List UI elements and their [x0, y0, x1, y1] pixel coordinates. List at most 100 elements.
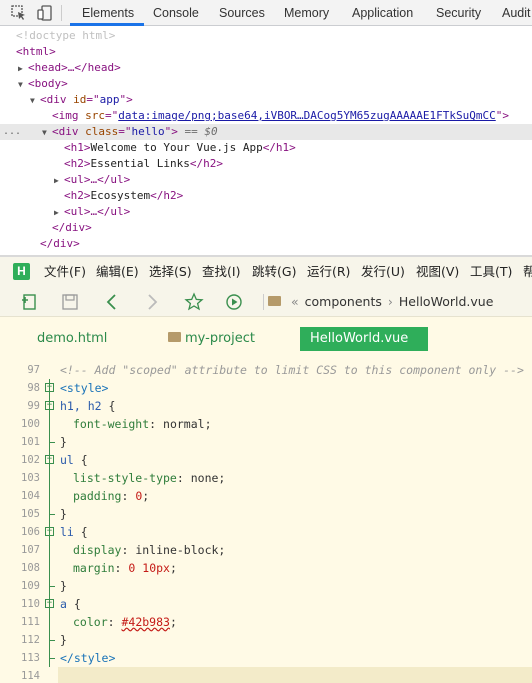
tab-memory[interactable]: Memory: [284, 0, 329, 26]
tab-sources[interactable]: Sources: [219, 0, 265, 26]
line-number: 101: [21, 436, 40, 448]
img-src-link[interactable]: data:image/png;base64,iVBOR…DACog5YM65zu…: [118, 109, 496, 122]
breadcrumb: « components › HelloWorld.vue: [268, 287, 493, 317]
folder-icon: [268, 296, 281, 306]
css-value: none;: [183, 471, 226, 485]
dom-node-div-app[interactable]: ▼ <div id="app">: [0, 92, 532, 108]
ul-tag: <ul>…</ul>: [64, 173, 131, 186]
breadcrumb-overflow[interactable]: «: [291, 294, 299, 309]
h2-text: Ecosystem: [90, 189, 151, 202]
menu-find[interactable]: 查找(I): [202, 257, 240, 287]
save-icon[interactable]: [60, 292, 80, 312]
fold-toggle-icon[interactable]: −: [45, 527, 54, 536]
collapse-triangle-icon[interactable]: ▼: [42, 125, 52, 141]
star-icon[interactable]: [184, 292, 204, 312]
fold-toggle-icon[interactable]: −: [45, 455, 54, 464]
fold-toggle-icon[interactable]: −: [45, 401, 54, 410]
tab-application[interactable]: Application: [352, 0, 413, 26]
css-brace: {: [101, 399, 116, 413]
dom-node-div-hello[interactable]: ... ▼ <div class="hello"> == $0: [0, 124, 532, 140]
tab-console[interactable]: Console: [153, 0, 199, 26]
breadcrumb-separator: ›: [387, 294, 393, 309]
dom-node-doctype[interactable]: <!doctype html>: [0, 28, 532, 44]
collapse-triangle-icon[interactable]: ▼: [18, 77, 28, 93]
code-line: 97 <!-- Add "scoped" attribute to limit …: [0, 361, 532, 379]
tab-demo-html[interactable]: demo.html: [37, 327, 107, 351]
run-icon[interactable]: [224, 292, 244, 312]
code-line: 105 }: [0, 505, 532, 523]
line-number: 105: [21, 508, 40, 520]
code-line: 112 }: [0, 631, 532, 649]
tab-audits[interactable]: Audit: [502, 0, 531, 26]
css-value: normal;: [156, 417, 212, 431]
menu-view[interactable]: 视图(V): [416, 257, 459, 287]
dom-node-body[interactable]: ▼ <body>: [0, 76, 532, 92]
expand-triangle-icon[interactable]: ▶: [54, 173, 64, 189]
tab-my-project[interactable]: my-project: [168, 327, 255, 351]
fold-end-marker: [49, 658, 55, 659]
code-line: 109 }: [0, 577, 532, 595]
menu-goto[interactable]: 跳转(G): [252, 257, 296, 287]
line-number: 107: [21, 544, 40, 556]
fold-toggle-icon[interactable]: −: [45, 383, 54, 392]
back-icon[interactable]: [102, 292, 122, 312]
code-line: 111 color: #42b983;: [0, 613, 532, 631]
body-tag: <body>: [28, 77, 68, 90]
code-line: 104 padding: 0;: [0, 487, 532, 505]
line-number: 104: [21, 490, 40, 502]
line-number: 103: [21, 472, 40, 484]
menu-run[interactable]: 运行(R): [307, 257, 350, 287]
line-number: 100: [21, 418, 40, 430]
active-tab-indicator: [70, 23, 144, 26]
menu-edit[interactable]: 编辑(E): [96, 257, 139, 287]
line-number: 110: [21, 598, 40, 610]
expand-triangle-icon[interactable]: ▶: [54, 205, 64, 221]
line-number: 113: [21, 652, 40, 664]
dom-node-ul-2[interactable]: ▶ <ul>…</ul>: [0, 204, 532, 220]
css-value: inline-block;: [128, 543, 226, 557]
dom-node-html[interactable]: <html>: [0, 44, 532, 60]
dom-node-h2-links[interactable]: <h2>Essential Links</h2>: [0, 156, 532, 172]
code-line: 103 list-style-type: none;: [0, 469, 532, 487]
css-selector: h1, h2: [60, 399, 102, 413]
ul-tag: <ul>…</ul>: [64, 205, 131, 218]
code-line: 98 − <style>: [0, 379, 532, 397]
menu-select[interactable]: 选择(S): [149, 257, 192, 287]
dom-node-div-close-2[interactable]: </div>: [0, 236, 532, 252]
expand-triangle-icon[interactable]: ▶: [18, 61, 28, 77]
css-property: padding: [73, 489, 122, 503]
dom-tree: <!doctype html> <html> ▶ <head>…</head> ▼…: [0, 27, 532, 255]
dom-node-h2-eco[interactable]: <h2>Ecosystem</h2>: [0, 188, 532, 204]
line-number: 111: [21, 616, 40, 628]
line-number: 98: [27, 382, 40, 394]
menu-tools[interactable]: 工具(T): [470, 257, 512, 287]
css-selector: ul: [60, 453, 74, 467]
toolbar-separator: [263, 294, 264, 310]
dom-node-head[interactable]: ▶ <head>…</head>: [0, 60, 532, 76]
attr-value: hello: [131, 125, 165, 138]
breadcrumb-folder[interactable]: components: [305, 294, 382, 309]
dom-node-h1[interactable]: <h1>Welcome to Your Vue.js App</h1>: [0, 140, 532, 156]
dom-node-div-close[interactable]: </div>: [0, 220, 532, 236]
collapse-triangle-icon[interactable]: ▼: [30, 93, 40, 109]
inspect-element-icon[interactable]: [10, 4, 28, 22]
forward-icon[interactable]: [142, 292, 162, 312]
more-actions-dots[interactable]: ...: [3, 124, 21, 140]
breadcrumb-file[interactable]: HelloWorld.vue: [399, 294, 494, 309]
dom-node-img[interactable]: <img src="data:image/png;base64,iVBOR…DA…: [0, 108, 532, 124]
tab-security[interactable]: Security: [436, 0, 481, 26]
device-toolbar-icon[interactable]: [36, 4, 54, 22]
code-area[interactable]: 97 <!-- Add "scoped" attribute to limit …: [0, 361, 532, 683]
fold-toggle-icon[interactable]: −: [45, 599, 54, 608]
tab-helloworld-vue[interactable]: HelloWorld.vue: [300, 327, 428, 351]
code-editor-window: H 文件(F) 编辑(E) 选择(S) 查找(I) 跳转(G) 运行(R) 发行…: [0, 255, 532, 683]
menu-publish[interactable]: 发行(U): [361, 257, 405, 287]
css-color-value: #42b983: [121, 615, 170, 629]
menu-help[interactable]: 帮: [523, 257, 532, 287]
line-number: 114: [21, 670, 40, 682]
menu-file[interactable]: 文件(F): [44, 257, 86, 287]
attr-name: src: [85, 109, 105, 122]
new-file-icon[interactable]: [20, 292, 40, 312]
dom-node-ul[interactable]: ▶ <ul>…</ul>: [0, 172, 532, 188]
editor-toolbar: « components › HelloWorld.vue: [0, 287, 532, 317]
